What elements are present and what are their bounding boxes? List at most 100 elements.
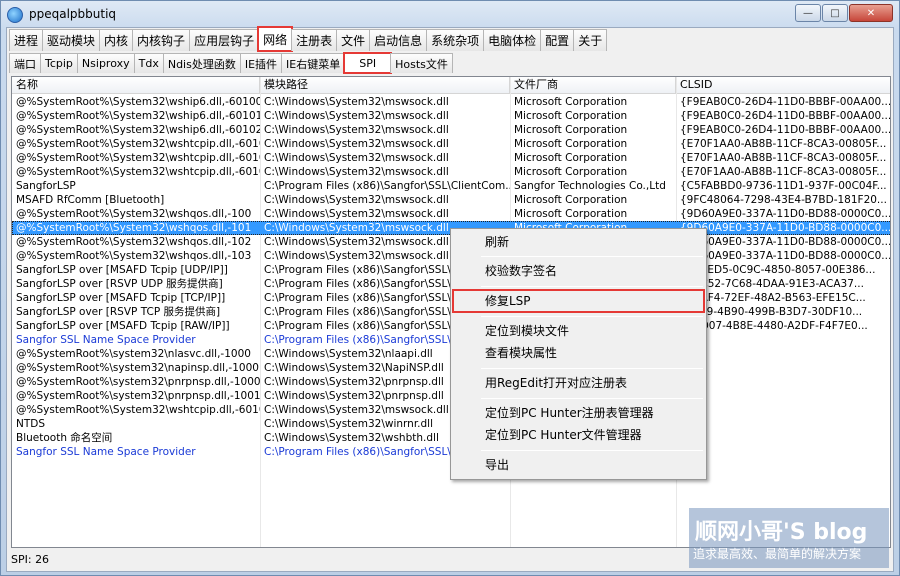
cell-name: SangforLSP over [MSAFD Tcpip [RAW/IP]] (16, 320, 230, 332)
tab-tcpip[interactable]: Tcpip (40, 53, 78, 73)
cell-name: SangforLSP over [RSVP UDP 服务提供商] (16, 278, 223, 290)
list-header: 名称 模块路径 文件厂商 CLSID (12, 77, 890, 94)
cell-name: SangforLSP over [RSVP TCP 服务提供商] (16, 306, 221, 318)
cell-clsid (676, 375, 890, 389)
cell-vendor: Microsoft Corporation (514, 138, 628, 150)
tab-kernel[interactable]: 内核 (99, 29, 134, 51)
column-header-module-path[interactable]: 模块路径 (260, 77, 510, 94)
cell-name: Sangfor SSL Name Space Provider (16, 446, 196, 458)
context-menu: 刷新 校验数字签名 修复LSP 定位到模块文件 查看模块属性 用RegEdit打… (450, 228, 707, 480)
tab-process[interactable]: 进程 (9, 29, 44, 51)
tab-ie-context-menu[interactable]: IE右键菜单 (281, 53, 346, 73)
tab-spi[interactable]: SPI (343, 52, 393, 74)
tab-network[interactable]: 网络 (257, 26, 294, 52)
menu-separator (481, 450, 703, 451)
menu-item-open-in-regedit[interactable]: 用RegEdit打开对应注册表 (453, 372, 704, 394)
cell-name: @%SystemRoot%\System32\wshqos.dll,-103 (16, 250, 252, 262)
table-row[interactable]: @%SystemRoot%\System32\wship6.dll,-60102… (12, 123, 891, 137)
tab-config[interactable]: 配置 (540, 29, 575, 51)
table-row[interactable]: SangforLSP C:\Program Files (x86)\Sangfor… (12, 179, 890, 193)
cell-module-path: C:\Windows\System32\mswsock.dll (264, 152, 449, 164)
column-header-clsid[interactable]: CLSID (676, 77, 890, 94)
window-controls: — □ ✕ (795, 4, 893, 22)
cell-module-path: C:\Windows\System32\mswsock.dll (264, 124, 449, 136)
cell-name: @%SystemRoot%\System32\wshqos.dll,-101 (16, 222, 252, 234)
cell-module-path: C:\Windows\System32\mswsock.dll (264, 194, 449, 206)
cell-vendor: Microsoft Corporation (514, 166, 628, 178)
cell-clsid (676, 389, 890, 403)
menu-item-verify-signature[interactable]: 校验数字签名 (453, 260, 704, 282)
minimize-button[interactable]: — (795, 4, 821, 22)
menu-item-repair-lsp[interactable]: 修复LSP (452, 289, 705, 313)
menu-separator (481, 286, 703, 287)
menu-separator (481, 398, 703, 399)
cell-name: @%SystemRoot%\System32\wshtcpip.dll,-601… (16, 152, 260, 164)
tab-ndis-handlers[interactable]: Ndis处理函数 (162, 53, 241, 73)
tab-nsiproxy[interactable]: Nsiproxy (76, 53, 135, 73)
tab-startup[interactable]: 启动信息 (369, 29, 428, 51)
tab-driver-modules[interactable]: 驱动模块 (42, 29, 101, 51)
menu-item-refresh[interactable]: 刷新 (453, 231, 704, 253)
cell-name: @%SystemRoot%\System32\wshtcpip.dll,-601… (16, 166, 260, 178)
cell-clsid: {F9EAB0C0-26D4-11D0-BBBF-00AA00... (680, 124, 891, 136)
cell-name: @%SystemRoot%\System32\wshtcpip.dll,-601… (16, 404, 260, 416)
cell-clsid (676, 347, 890, 361)
watermark-subtitle: 追求最高效、最简单的解决方案 (693, 547, 862, 561)
tab-files[interactable]: 文件 (336, 29, 371, 51)
cell-clsid (676, 431, 890, 445)
tab-registry[interactable]: 注册表 (291, 29, 338, 51)
cell-name: MSAFD RfComm [Bluetooth] (16, 194, 165, 206)
cell-clsid: {9D60A9E0-337A-11D0-BD88-0000C0... (680, 222, 891, 234)
cell-clsid: {F9EAB0C0-26D4-11D0-BBBF-00AA00... (680, 110, 891, 122)
title-bar[interactable]: ppeqalpbbutiq — □ ✕ (1, 1, 899, 29)
table-row[interactable]: @%SystemRoot%\System32\wship6.dll,-60101… (12, 109, 891, 123)
cell-clsid: {9D60A9E0-337A-11D0-BD88-0000C0... (680, 250, 891, 262)
table-row[interactable]: @%SystemRoot%\System32\wshtcpip.dll,-601… (12, 151, 890, 165)
cell-name: SangforLSP (16, 180, 76, 192)
tab-hosts-file[interactable]: Hosts文件 (390, 53, 453, 73)
cell-clsid (676, 361, 890, 375)
cell-name: @%SystemRoot%\System32\wship6.dll,-60102 (16, 124, 260, 136)
tab-pc-checkup[interactable]: 电脑体检 (483, 29, 542, 51)
cell-clsid: {E70F1AA0-AB8B-11CF-8CA3-00805F... (680, 152, 887, 164)
column-header-vendor[interactable]: 文件厂商 (510, 77, 676, 94)
cell-clsid: {C4D07-4B8E-4480-A2DF-F4F7E0... (680, 320, 868, 332)
tab-system-misc[interactable]: 系统杂项 (426, 29, 485, 51)
tab-ports[interactable]: 端口 (9, 53, 41, 73)
cell-vendor: Microsoft Corporation (514, 208, 628, 220)
menu-item-view-module-properties[interactable]: 查看模块属性 (453, 342, 704, 364)
table-row[interactable]: @%SystemRoot%\System32\wshqos.dll,-100 C:… (12, 207, 890, 221)
watermark-title: 顺网小哥'S blog (695, 520, 868, 545)
maximize-button[interactable]: □ (822, 4, 848, 22)
tab-kernel-hooks[interactable]: 内核钩子 (132, 29, 191, 51)
menu-item-export[interactable]: 导出 (453, 454, 704, 476)
tab-tdx[interactable]: Tdx (133, 53, 164, 73)
cell-vendor: Microsoft Corporation (514, 124, 628, 136)
cell-name: SangforLSP over [MSAFD Tcpip [UDP/IP]] (16, 264, 228, 276)
cell-name: NTDS (16, 418, 46, 430)
cell-vendor: Microsoft Corporation (514, 194, 628, 206)
window-title: ppeqalpbbutiq (29, 7, 117, 21)
close-button[interactable]: ✕ (849, 4, 893, 22)
watermark: 顺网小哥'S blog 追求最高效、最简单的解决方案 (689, 508, 889, 568)
cell-vendor: Microsoft Corporation (514, 152, 628, 164)
table-row[interactable]: @%SystemRoot%\System32\wshtcpip.dll,-601… (12, 165, 890, 179)
tab-about[interactable]: 关于 (573, 29, 608, 51)
table-row[interactable]: MSAFD RfComm [Bluetooth] C:\Windows\Syste… (12, 193, 890, 207)
cell-module-path: C:\Windows\System32\mswsock.dll (264, 138, 449, 150)
tab-ie-plugins[interactable]: IE插件 (239, 53, 283, 73)
table-row[interactable]: @%SystemRoot%\System32\wshtcpip.dll,-601… (12, 137, 890, 151)
menu-item-locate-registry-manager[interactable]: 定位到PC Hunter注册表管理器 (453, 402, 704, 424)
menu-item-locate-file-manager[interactable]: 定位到PC Hunter文件管理器 (453, 424, 704, 446)
table-row[interactable]: @%SystemRoot%\System32\wship6.dll,-60100… (12, 95, 890, 109)
cell-name: @%SystemRoot%\system32\pnrpnsp.dll,-1000 (16, 376, 260, 388)
cell-module-path: C:\Windows\System32\mswsock.dll (264, 166, 449, 178)
menu-separator (481, 256, 703, 257)
cell-clsid (676, 403, 890, 417)
column-header-name[interactable]: 名称 (12, 77, 260, 94)
cell-clsid: {C5FABBD0-9736-11D1-937F-00C04F... (680, 180, 887, 192)
tab-app-hooks[interactable]: 应用层钩子 (189, 29, 260, 51)
menu-item-locate-module-file[interactable]: 定位到模块文件 (453, 320, 704, 342)
cell-module-path: C:\Program Files (x86)\Sangfor\SSL\Clien… (264, 180, 510, 192)
menu-separator (481, 316, 703, 317)
